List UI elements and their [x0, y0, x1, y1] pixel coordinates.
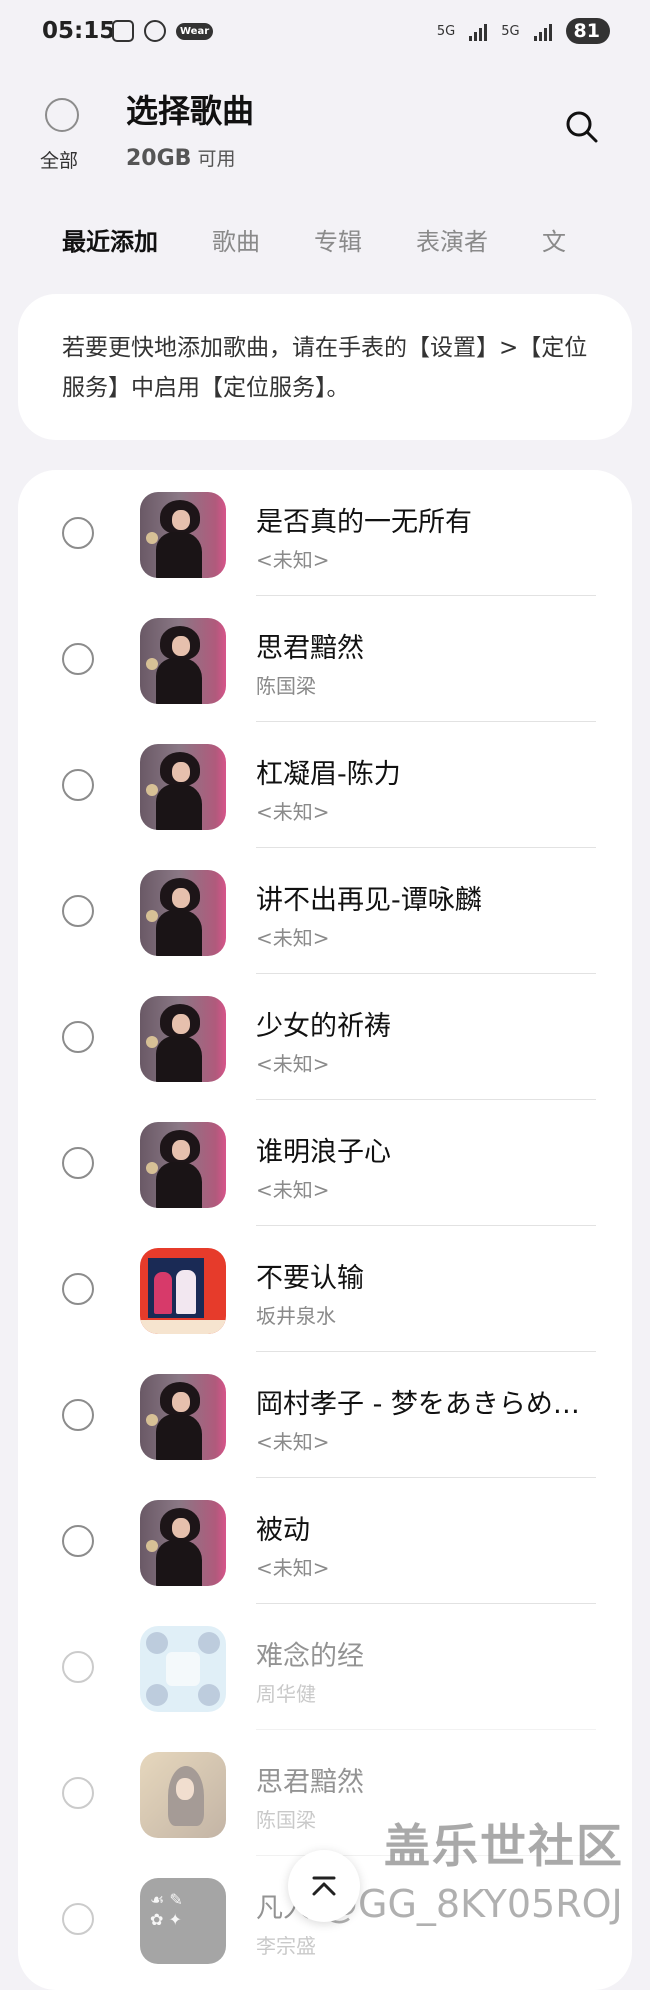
status-time: 05:15 [42, 18, 116, 44]
storage-info: 20GB 可用 [126, 144, 235, 171]
song-checkbox[interactable] [62, 1399, 94, 1431]
song-title: 杠凝眉-陈力 [256, 759, 401, 790]
tab-songs[interactable]: 歌曲 [212, 222, 260, 257]
album-art: ☙ ✎ ✿ ✦ [140, 1878, 226, 1964]
song-artist: <未知> [256, 1556, 330, 1580]
song-title: 岡村孝子 - 梦をあきらめないで [256, 1389, 606, 1420]
list-item[interactable]: 被动 <未知> [18, 1478, 632, 1604]
album-art [140, 492, 226, 578]
song-artist: <未知> [256, 1052, 330, 1076]
album-art [140, 1248, 226, 1334]
list-item[interactable]: 难念的经 周华健 [18, 1604, 632, 1730]
song-artist: <未知> [256, 800, 330, 824]
list-item[interactable]: 讲不出再见-谭咏麟 <未知> [18, 848, 632, 974]
song-artist: 陈国梁 [256, 674, 316, 698]
tab-bar: 最近添加 歌曲 专辑 表演者 文 [62, 222, 650, 262]
song-artist: <未知> [256, 548, 330, 572]
song-title: 思君黯然 [256, 1767, 364, 1798]
song-title: 难念的经 [256, 1641, 364, 1672]
song-checkbox[interactable] [62, 1021, 94, 1053]
song-title: 思君黯然 [256, 633, 364, 664]
location-icon [144, 20, 166, 42]
song-artist: 陈国梁 [256, 1808, 316, 1832]
song-artist: <未知> [256, 1178, 330, 1202]
status-icons: Wear [112, 20, 214, 42]
song-title: 不要认输 [256, 1263, 364, 1294]
notice-text: 若要更快地添加歌曲，请在手表的【设置】>【定位服务】中启用【定位服务】。 [62, 335, 588, 401]
battery-indicator: 81 [565, 18, 610, 44]
song-checkbox[interactable] [62, 769, 94, 801]
storage-unit: 可用 [197, 148, 236, 170]
list-item[interactable]: 不要认输 坂井泉水 [18, 1226, 632, 1352]
select-all-toggle[interactable]: 全部 [40, 98, 84, 173]
select-all-label: 全部 [39, 150, 78, 172]
status-right: 5G 5G 81 [437, 18, 610, 44]
signal-icon-2 [533, 21, 552, 41]
list-item[interactable]: 岡村孝子 - 梦をあきらめないで <未知> [18, 1352, 632, 1478]
list-item[interactable]: 是否真的一无所有 <未知> [18, 470, 632, 596]
song-artist: 周华健 [256, 1682, 316, 1706]
album-art [140, 1626, 226, 1712]
album-art [140, 1500, 226, 1586]
song-artist: 坂井泉水 [256, 1304, 336, 1328]
song-checkbox[interactable] [62, 895, 94, 927]
wear-icon: Wear [176, 22, 214, 40]
network-type-2: 5G [501, 23, 520, 39]
song-artist: 李宗盛 [256, 1934, 316, 1958]
song-title: 谁明浪子心 [256, 1137, 391, 1168]
song-title: 被动 [256, 1515, 310, 1546]
song-artist: <未知> [256, 1430, 330, 1454]
song-title: 讲不出再见-谭咏麟 [256, 885, 482, 916]
tab-albums[interactable]: 专辑 [314, 222, 362, 257]
song-checkbox[interactable] [62, 1147, 94, 1179]
search-icon[interactable] [565, 108, 599, 148]
list-item[interactable]: 思君黯然 陈国梁 [18, 596, 632, 722]
select-all-radio[interactable] [45, 98, 79, 132]
chevron-up-icon [312, 1876, 336, 1896]
album-art [140, 996, 226, 1082]
screenshot-icon [112, 20, 134, 42]
signal-icon [469, 21, 488, 41]
album-art [140, 1122, 226, 1208]
song-checkbox[interactable] [62, 1777, 94, 1809]
song-title: 是否真的一无所有 [256, 507, 472, 538]
song-title: 少女的祈祷 [256, 1011, 391, 1042]
list-item[interactable]: 少女的祈祷 <未知> [18, 974, 632, 1100]
song-checkbox[interactable] [62, 1525, 94, 1557]
album-art [140, 618, 226, 704]
song-checkbox[interactable] [62, 1903, 94, 1935]
location-service-notice: 若要更快地添加歌曲，请在手表的【设置】>【定位服务】中启用【定位服务】。 [18, 294, 632, 440]
status-bar: 05:15 Wear 5G 5G 81 [0, 0, 650, 70]
tab-folders[interactable]: 文 [542, 222, 566, 257]
song-checkbox[interactable] [62, 517, 94, 549]
song-list: 是否真的一无所有 <未知> 思君黯然 陈国梁 杠凝眉-陈力 <未知> 讲不出再见… [18, 470, 632, 1990]
album-art [140, 1752, 226, 1838]
battery-level: 81 [573, 20, 600, 42]
song-checkbox[interactable] [62, 1651, 94, 1683]
watermark-user: @GG_8KY05ROJ [320, 1882, 623, 1926]
watermark-community: 盖乐世社区 [384, 1819, 624, 1873]
album-art [140, 870, 226, 956]
song-checkbox[interactable] [62, 1273, 94, 1305]
tab-recently-added[interactable]: 最近添加 [62, 222, 158, 257]
scroll-to-top-button[interactable] [288, 1850, 360, 1922]
list-item[interactable]: 杠凝眉-陈力 <未知> [18, 722, 632, 848]
list-item[interactable]: 谁明浪子心 <未知> [18, 1100, 632, 1226]
page-title: 选择歌曲 [126, 92, 255, 130]
song-checkbox[interactable] [62, 643, 94, 675]
tab-artists[interactable]: 表演者 [416, 222, 488, 257]
album-art [140, 1374, 226, 1460]
album-art [140, 744, 226, 830]
song-artist: <未知> [256, 926, 330, 950]
storage-amount: 20GB [126, 146, 192, 171]
network-type-1: 5G [436, 23, 456, 39]
